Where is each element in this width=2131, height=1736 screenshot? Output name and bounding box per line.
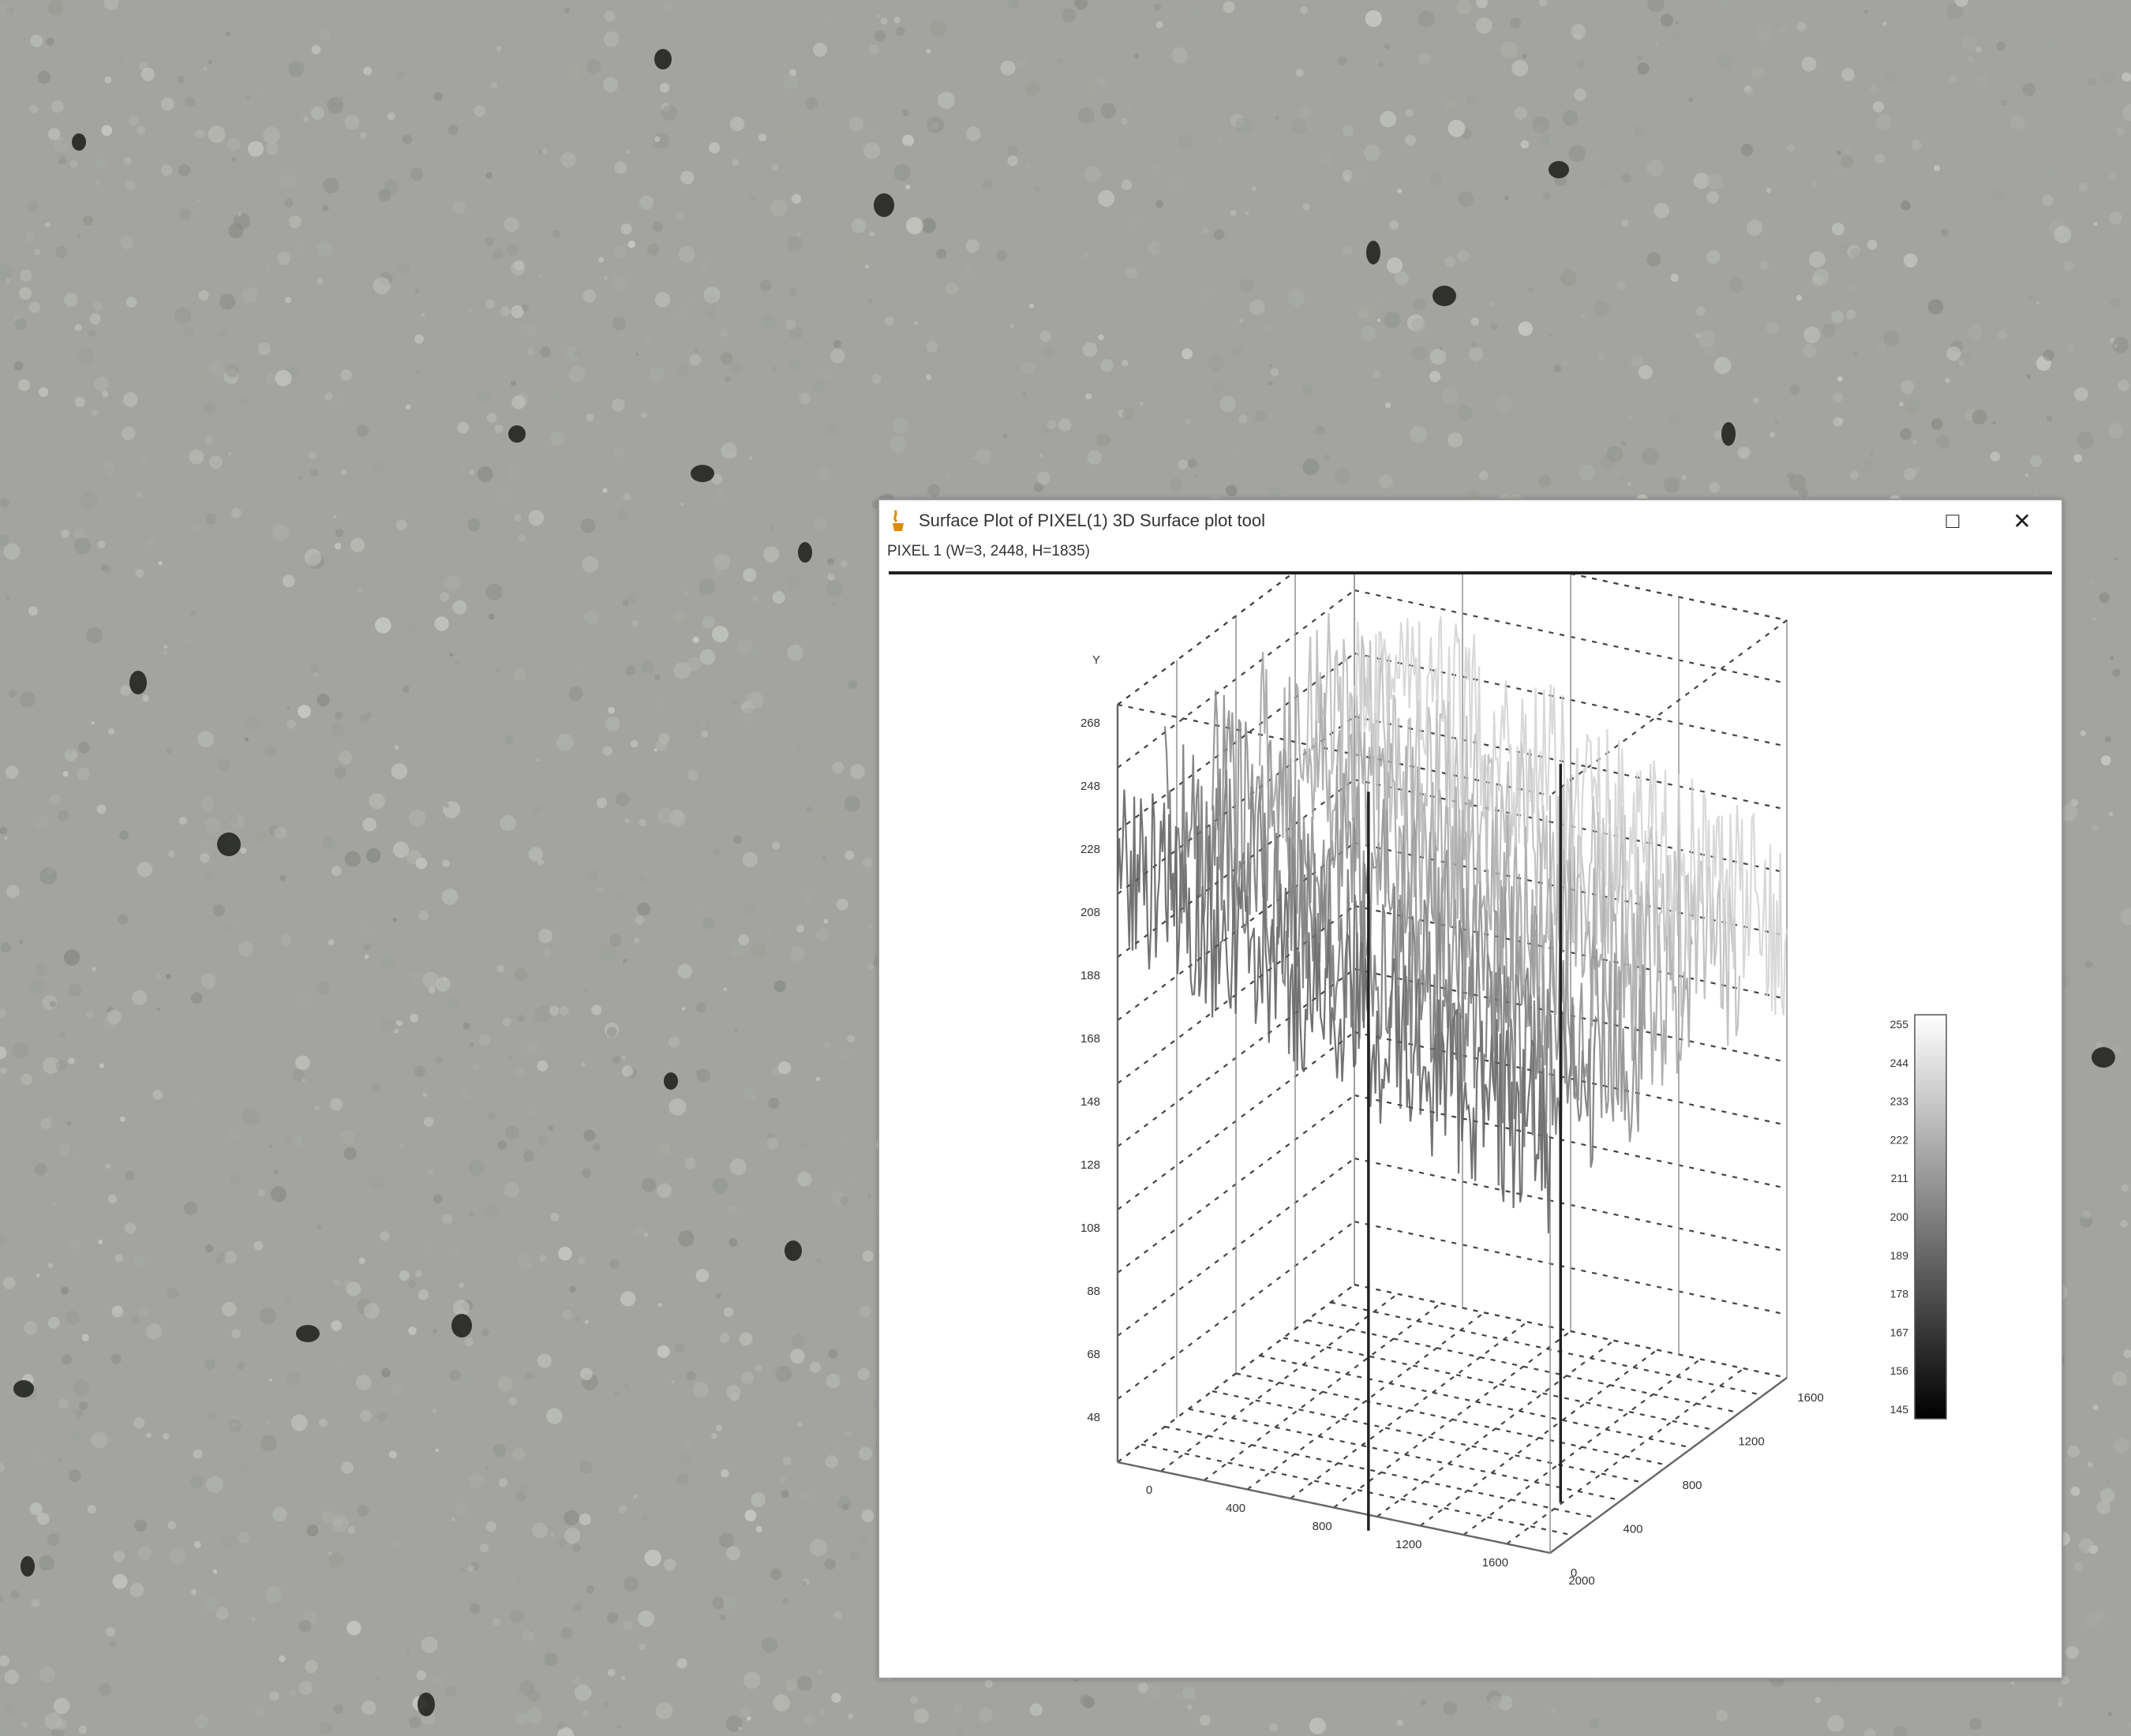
- y-tick-label: 800: [1682, 1479, 1702, 1492]
- floor-gridline: [1306, 1319, 1740, 1414]
- y-tick-label: 0: [1571, 1566, 1577, 1580]
- colorbar-tick-label: 222: [1890, 1133, 1909, 1146]
- z-tick-label: 108: [1080, 1222, 1100, 1235]
- floor-gridline: [1330, 1301, 1764, 1397]
- x-tick-label: 800: [1313, 1520, 1332, 1533]
- maximize-icon: □: [1946, 508, 1960, 533]
- colorbar-tick-label: 244: [1890, 1057, 1909, 1069]
- floor-gridline: [1506, 1367, 1744, 1545]
- z-tick-label: 48: [1087, 1411, 1100, 1424]
- floor-gridline: [1259, 1354, 1693, 1449]
- colorbar-tick-label: 178: [1890, 1288, 1909, 1300]
- x-axis-line: [1117, 1461, 1551, 1555]
- colorbar-tick-label: 156: [1890, 1364, 1909, 1377]
- plot-area: Y 268 248 228 208 188 168 148 128 108 88 68 48 0 400 80…: [889, 571, 2052, 1668]
- coffee-cup-icon: [893, 510, 904, 531]
- y-axis-line: [1549, 1377, 1788, 1554]
- z-tick-label: 148: [1080, 1095, 1100, 1109]
- x-tick-label: 0: [1146, 1483, 1152, 1497]
- z-tick-label: 188: [1080, 969, 1100, 982]
- y-tick-label: 400: [1623, 1523, 1642, 1536]
- y-tick-label: 1600: [1797, 1391, 1823, 1405]
- y-tick-labels: 0 400 800 1200 1600: [1571, 1391, 1824, 1580]
- x-tick-label: 1600: [1482, 1556, 1508, 1570]
- x-tick-label: 1200: [1395, 1538, 1421, 1551]
- colorbar: [1914, 1014, 1947, 1420]
- colorbar-tick-label: 233: [1890, 1095, 1909, 1108]
- colorbar-tick-label: 200: [1890, 1210, 1909, 1223]
- z-tick-label: 68: [1087, 1348, 1100, 1361]
- z-tick-label: 248: [1080, 780, 1100, 793]
- y-tick-label: 1200: [1738, 1435, 1764, 1449]
- surface-plot-window[interactable]: Surface Plot of PIXEL(1) 3D Surface plot…: [878, 499, 2063, 1679]
- x-tick-label: 400: [1226, 1502, 1245, 1515]
- z-tick-labels: Y 268 248 228 208 188 168 148 128 108 88 68 48: [1080, 653, 1100, 1424]
- window-titlebar[interactable]: Surface Plot of PIXEL(1) 3D Surface plot…: [879, 500, 2062, 541]
- colorbar-labels: 255 244 233 222 211 200 189 178 167 156 145: [1890, 1018, 1909, 1416]
- z-tick-label: 168: [1080, 1032, 1100, 1046]
- z-tick-label: 228: [1080, 843, 1100, 856]
- colorbar-tick-label: 167: [1890, 1326, 1909, 1338]
- colorbar-tick-label: 255: [1890, 1018, 1909, 1031]
- z-tick-label: Y: [1092, 653, 1100, 667]
- close-icon: ✕: [2013, 508, 2032, 533]
- z-tick-label: 208: [1080, 906, 1100, 919]
- maximize-button[interactable]: □: [1918, 500, 1987, 541]
- z-tick-label: 268: [1080, 716, 1100, 730]
- floor-gridline: [1462, 1358, 1702, 1536]
- floor-gridline: [1212, 1390, 1646, 1484]
- x-tick-labels: 0400800120016002000: [1146, 1483, 1595, 1588]
- window-title: Surface Plot of PIXEL(1) 3D Surface plot…: [919, 511, 1266, 530]
- colorbar-tick-label: 211: [1891, 1172, 1909, 1184]
- status-line: PIXEL 1 (W=3, 2448, H=1835): [887, 543, 1091, 559]
- z-tick-label: 88: [1087, 1285, 1100, 1298]
- close-button[interactable]: ✕: [1987, 500, 2057, 541]
- surface-plot: Y 268 248 228 208 188 168 148 128 108 88 68 48 0 400 80…: [1080, 574, 1947, 1588]
- floor-gridline: [1283, 1337, 1717, 1431]
- colorbar-tick-label: 189: [1890, 1249, 1909, 1262]
- z-tick-label: 128: [1080, 1158, 1100, 1172]
- floor-gridline: [1140, 1443, 1575, 1536]
- colorbar-tick-label: 145: [1890, 1403, 1909, 1416]
